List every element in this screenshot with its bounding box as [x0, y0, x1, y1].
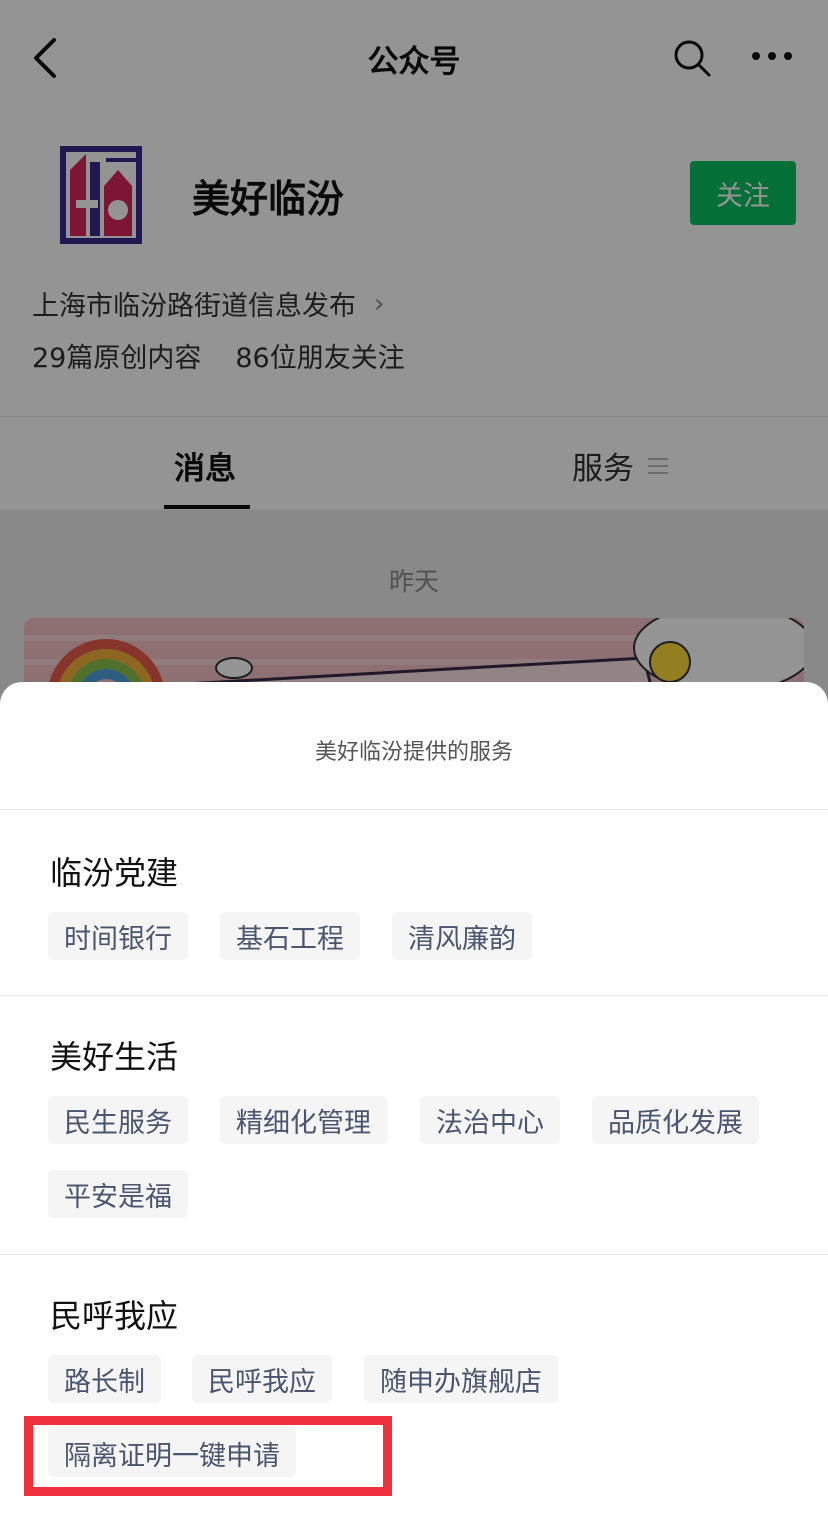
services-bottom-sheet: 美好临汾提供的服务 临汾党建 时间银行 基石工程 清风廉韵 美好生活 民生服务 … [0, 682, 828, 1532]
service-item-foundation-project[interactable]: 基石工程 [220, 912, 360, 960]
section-title: 美好生活 [50, 1038, 179, 1076]
service-item-livelihood[interactable]: 民生服务 [48, 1096, 188, 1144]
service-item-road-chief[interactable]: 路长制 [48, 1355, 161, 1403]
service-item-rule-of-law[interactable]: 法治中心 [420, 1096, 560, 1144]
service-item-refined-management[interactable]: 精细化管理 [220, 1096, 387, 1144]
section-divider [0, 809, 828, 810]
section-title: 临汾党建 [50, 854, 179, 892]
section-title: 民呼我应 [50, 1297, 179, 1335]
section-divider [0, 995, 828, 996]
service-item-quality-development[interactable]: 品质化发展 [592, 1096, 759, 1144]
sheet-title: 美好临汾提供的服务 [314, 740, 513, 765]
service-item-suishenban-store[interactable]: 随申办旗舰店 [364, 1355, 558, 1403]
service-item-citizen-response[interactable]: 民呼我应 [192, 1355, 332, 1403]
service-item-time-bank[interactable]: 时间银行 [48, 912, 188, 960]
service-item-clean-governance[interactable]: 清风廉韵 [392, 912, 532, 960]
section-divider [0, 1254, 828, 1255]
service-item-safety[interactable]: 平安是福 [48, 1170, 188, 1218]
highlight-box [24, 1416, 392, 1496]
